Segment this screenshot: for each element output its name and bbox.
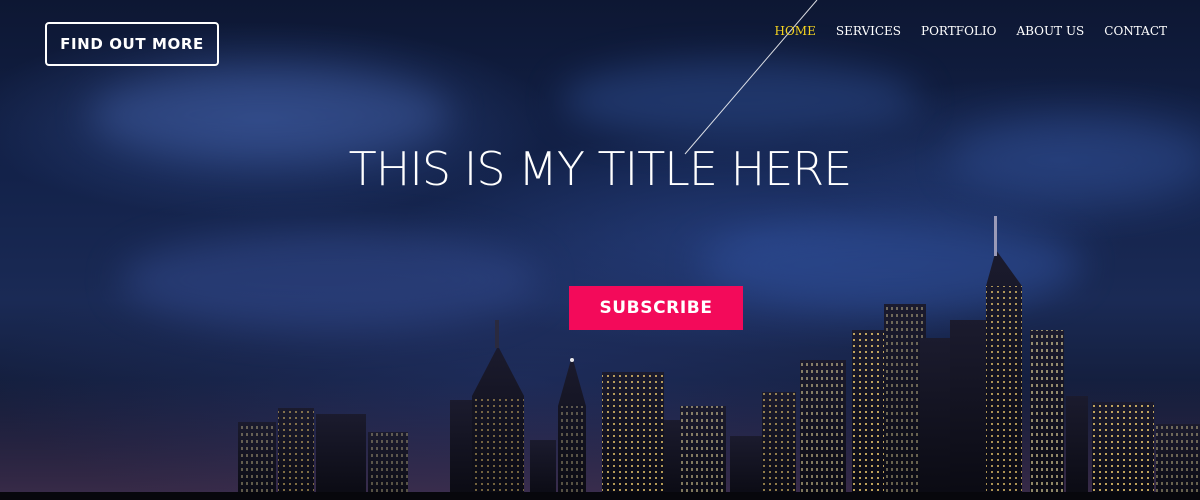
find-out-more-button[interactable]: FIND OUT MORE xyxy=(45,22,219,66)
hero-section: FIND OUT MORE HOME SERVICES PORTFOLIO AB… xyxy=(0,0,1200,500)
nav-item-home[interactable]: HOME xyxy=(775,24,816,38)
cloud-shape xyxy=(560,60,920,140)
nav-item-contact[interactable]: CONTACT xyxy=(1104,24,1167,38)
main-nav: HOME SERVICES PORTFOLIO ABOUT US CONTACT xyxy=(775,24,1168,38)
page-title: THIS IS MY TITLE HERE xyxy=(348,142,853,196)
nav-item-about-us[interactable]: ABOUT US xyxy=(1016,24,1084,38)
nav-item-portfolio[interactable]: PORTFOLIO xyxy=(921,24,996,38)
city-skyline-image xyxy=(0,216,1200,500)
subscribe-button[interactable]: SUBSCRIBE xyxy=(569,286,743,330)
nav-item-services[interactable]: SERVICES xyxy=(836,24,901,38)
